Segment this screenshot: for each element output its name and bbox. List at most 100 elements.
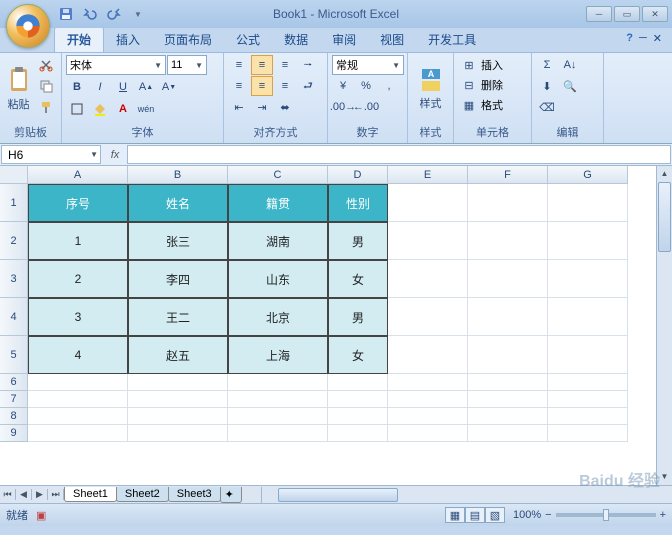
cell-G3[interactable]: [548, 260, 628, 298]
horizontal-scrollbar[interactable]: [261, 487, 672, 503]
cell-A3[interactable]: 2: [28, 260, 128, 298]
cell-G2[interactable]: [548, 222, 628, 260]
cell-F4[interactable]: [468, 298, 548, 336]
cell-C4[interactable]: 北京: [228, 298, 328, 336]
italic-button[interactable]: I: [89, 77, 111, 97]
decrease-indent-icon[interactable]: ⇤: [228, 97, 250, 117]
underline-button[interactable]: U: [112, 77, 134, 97]
cell-C8[interactable]: [228, 408, 328, 425]
redo-icon[interactable]: [104, 4, 124, 24]
cell-A4[interactable]: 3: [28, 298, 128, 336]
cell-C7[interactable]: [228, 391, 328, 408]
cell-A1[interactable]: 序号: [28, 184, 128, 222]
cell-D7[interactable]: [328, 391, 388, 408]
phonetic-icon[interactable]: wén: [135, 99, 157, 119]
currency-icon[interactable]: ¥: [332, 76, 354, 96]
cell-D1[interactable]: 性别: [328, 184, 388, 222]
scroll-down-icon[interactable]: ▼: [657, 469, 672, 485]
col-header-B[interactable]: B: [128, 166, 228, 184]
fill-icon[interactable]: ⬇: [536, 76, 558, 96]
font-name-combo[interactable]: 宋体▼: [66, 55, 166, 75]
zoom-slider-thumb[interactable]: [603, 509, 609, 521]
find-icon[interactable]: 🔍: [559, 76, 581, 96]
page-break-view-icon[interactable]: ▧: [485, 507, 505, 523]
sheet-tab-1[interactable]: Sheet1: [64, 487, 117, 502]
undo-icon[interactable]: [80, 4, 100, 24]
delete-cells-button[interactable]: ⊟删除: [458, 75, 527, 95]
cell-C6[interactable]: [228, 374, 328, 391]
cell-B3[interactable]: 李四: [128, 260, 228, 298]
zoom-in-icon[interactable]: +: [660, 509, 666, 521]
cell-E2[interactable]: [388, 222, 468, 260]
row-header-1[interactable]: 1: [0, 184, 28, 222]
cell-B1[interactable]: 姓名: [128, 184, 228, 222]
format-cells-button[interactable]: ▦格式: [458, 95, 527, 115]
hscroll-thumb[interactable]: [278, 488, 398, 502]
row-header-2[interactable]: 2: [0, 222, 28, 260]
cell-B5[interactable]: 赵五: [128, 336, 228, 374]
cell-G4[interactable]: [548, 298, 628, 336]
cell-C1[interactable]: 籍贯: [228, 184, 328, 222]
page-layout-view-icon[interactable]: ▤: [465, 507, 485, 523]
tab-data[interactable]: 数据: [272, 27, 320, 52]
font-size-combo[interactable]: 11▼: [167, 55, 207, 75]
cut-icon[interactable]: [35, 55, 57, 75]
cell-G7[interactable]: [548, 391, 628, 408]
row-header-6[interactable]: 6: [0, 374, 28, 391]
cell-F9[interactable]: [468, 425, 548, 442]
col-header-F[interactable]: F: [468, 166, 548, 184]
sheet-last-icon[interactable]: ⏭: [48, 489, 64, 500]
bold-button[interactable]: B: [66, 77, 88, 97]
cell-F5[interactable]: [468, 336, 548, 374]
styles-button[interactable]: A 样式: [412, 55, 449, 123]
fill-color-icon[interactable]: [89, 99, 111, 119]
cell-E3[interactable]: [388, 260, 468, 298]
sheet-first-icon[interactable]: ⏮: [0, 489, 16, 500]
row-header-4[interactable]: 4: [0, 298, 28, 336]
cell-G8[interactable]: [548, 408, 628, 425]
cell-F6[interactable]: [468, 374, 548, 391]
decrease-decimal-icon[interactable]: ←.00: [355, 97, 377, 117]
qat-dropdown-icon[interactable]: ▼: [128, 4, 148, 24]
vertical-scrollbar[interactable]: ▲ ▼: [656, 166, 672, 485]
sheet-prev-icon[interactable]: ◀: [16, 489, 32, 500]
increase-indent-icon[interactable]: ⇥: [251, 97, 273, 117]
row-header-8[interactable]: 8: [0, 408, 28, 425]
cell-B9[interactable]: [128, 425, 228, 442]
cell-B8[interactable]: [128, 408, 228, 425]
cell-B2[interactable]: 张三: [128, 222, 228, 260]
sheet-next-icon[interactable]: ▶: [32, 489, 48, 500]
cell-A8[interactable]: [28, 408, 128, 425]
tab-view[interactable]: 视图: [368, 27, 416, 52]
increase-decimal-icon[interactable]: .00→: [332, 97, 354, 117]
grow-font-icon[interactable]: A▲: [135, 77, 157, 97]
insert-cells-button[interactable]: ⊞插入: [458, 55, 527, 75]
cell-C5[interactable]: 上海: [228, 336, 328, 374]
cell-A7[interactable]: [28, 391, 128, 408]
cell-F3[interactable]: [468, 260, 548, 298]
align-top-icon[interactable]: ≡: [228, 55, 250, 75]
align-left-icon[interactable]: ≡: [228, 76, 250, 96]
tab-review[interactable]: 审阅: [320, 27, 368, 52]
cell-D8[interactable]: [328, 408, 388, 425]
help-icon[interactable]: ?: [626, 32, 633, 45]
wrap-text-icon[interactable]: ⮐: [297, 76, 319, 96]
cell-D5[interactable]: 女: [328, 336, 388, 374]
copy-icon[interactable]: [35, 76, 57, 96]
name-box[interactable]: H6 ▼: [1, 145, 101, 164]
zoom-out-icon[interactable]: −: [545, 509, 551, 521]
cell-E7[interactable]: [388, 391, 468, 408]
cell-A6[interactable]: [28, 374, 128, 391]
autosum-icon[interactable]: Σ: [536, 55, 558, 75]
formula-input[interactable]: [127, 145, 671, 164]
cell-F1[interactable]: [468, 184, 548, 222]
merge-center-icon[interactable]: ⬌: [274, 97, 296, 117]
sheet-tab-3[interactable]: Sheet3: [168, 487, 221, 502]
save-icon[interactable]: [56, 4, 76, 24]
office-button[interactable]: [6, 4, 50, 48]
close-button[interactable]: ✕: [642, 6, 668, 22]
align-center-icon[interactable]: ≡: [251, 76, 273, 96]
cell-C3[interactable]: 山东: [228, 260, 328, 298]
col-header-C[interactable]: C: [228, 166, 328, 184]
align-right-icon[interactable]: ≡: [274, 76, 296, 96]
